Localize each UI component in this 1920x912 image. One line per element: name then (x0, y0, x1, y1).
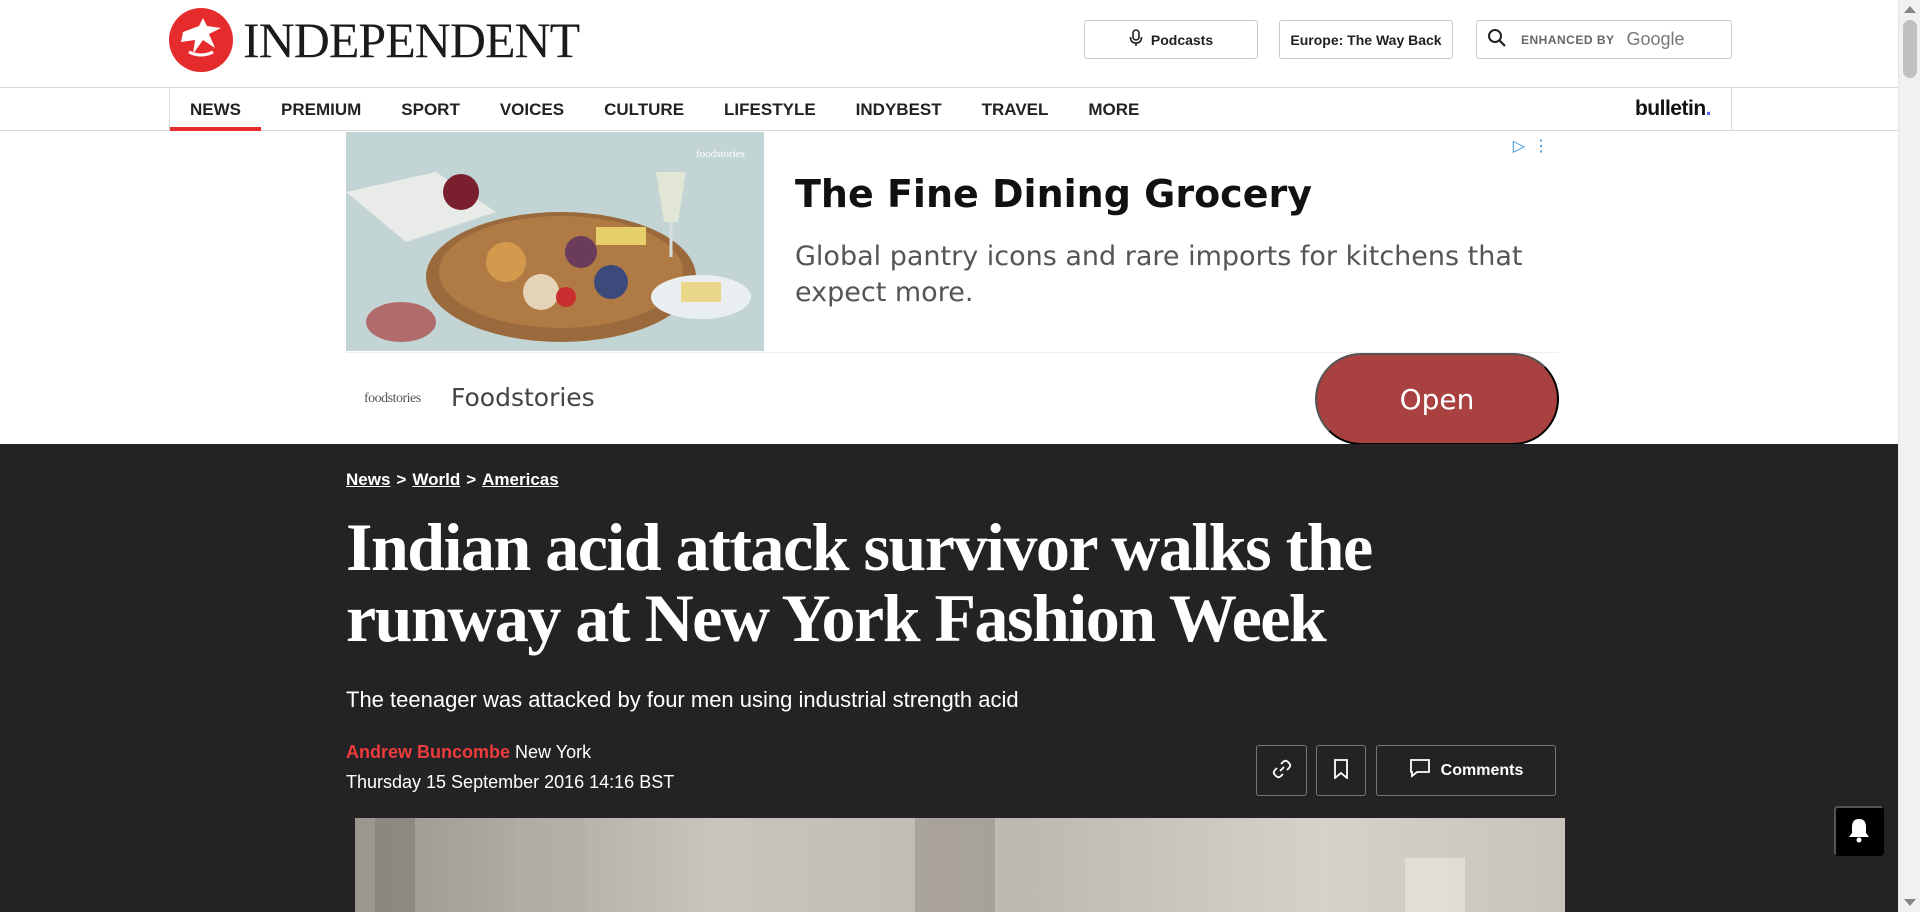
nav-item-sport[interactable]: SPORT (381, 88, 480, 131)
ad-brand-name[interactable]: Foodstories (451, 383, 595, 412)
nav-container: NEWS PREMIUM SPORT VOICES CULTURE LIFEST… (169, 88, 1732, 131)
bulletin-label: bulletin (1634, 97, 1706, 120)
breadcrumb-world[interactable]: World (412, 470, 460, 490)
site-logo[interactable]: INDEPENDENT (169, 8, 580, 72)
search-icon (1487, 28, 1507, 51)
nav-items: NEWS PREMIUM SPORT VOICES CULTURE LIFEST… (170, 88, 1159, 131)
scroll-down-arrow-icon[interactable] (1904, 899, 1916, 906)
ad-brand-logo: foodstories (364, 391, 421, 406)
bulletin-dot: . (1705, 97, 1712, 120)
eagle-logo-icon (169, 8, 233, 72)
nav-item-news[interactable]: NEWS (170, 88, 261, 131)
copy-link-button[interactable] (1256, 745, 1307, 796)
comment-icon (1409, 758, 1431, 783)
logo-wordmark: INDEPENDENT (243, 12, 580, 68)
ad-title[interactable]: The Fine Dining Grocery (795, 172, 1312, 216)
podcasts-button[interactable]: Podcasts (1084, 20, 1258, 59)
site-header: INDEPENDENT Podcasts Europe: The Way Bac… (0, 0, 1898, 88)
breadcrumb: News > World > Americas (346, 470, 559, 490)
breadcrumb-news[interactable]: News (346, 470, 390, 490)
nav-item-indybest[interactable]: INDYBEST (836, 88, 962, 131)
nav-item-culture[interactable]: CULTURE (584, 88, 704, 131)
podcasts-label: Podcasts (1150, 31, 1214, 48)
search-input[interactable]: ENHANCED BY Google (1476, 20, 1732, 59)
svg-text:foodstories: foodstories (696, 148, 745, 160)
breadcrumb-americas[interactable]: Americas (482, 470, 559, 490)
article-standfirst: The teenager was attacked by four men us… (346, 687, 1019, 712)
page: INDEPENDENT Podcasts Europe: The Way Bac… (0, 0, 1920, 912)
author-line: Andrew Buncombe New York (346, 742, 591, 763)
enhanced-by-label: ENHANCED BY (1521, 32, 1615, 47)
nav-item-premium[interactable]: PREMIUM (261, 88, 381, 131)
author-location: New York (515, 742, 592, 762)
article-lead-video[interactable] (355, 818, 1565, 912)
breadcrumb-separator: > (396, 470, 407, 489)
bookmark-button[interactable] (1316, 745, 1366, 796)
author-name[interactable]: Andrew Buncombe (346, 742, 510, 762)
nav-item-voices[interactable]: VOICES (480, 88, 584, 131)
adchoices-icon[interactable]: ▷ (1513, 136, 1525, 156)
notifications-button[interactable] (1834, 806, 1884, 856)
scroll-up-arrow-icon[interactable] (1904, 6, 1916, 13)
ad-open-button[interactable]: Open (1315, 353, 1559, 445)
google-label: Google (1626, 29, 1685, 49)
microphone-icon (1129, 29, 1143, 50)
bell-icon (1847, 817, 1871, 846)
article-headline: Indian acid attack survivor walks the ru… (346, 509, 1373, 656)
link-icon (1272, 759, 1292, 782)
page-scrollbar[interactable] (1898, 0, 1920, 912)
comments-button[interactable]: Comments (1376, 745, 1556, 796)
ad-image[interactable]: foodstories (346, 132, 764, 351)
breadcrumb-separator: > (466, 470, 477, 489)
ad-description[interactable]: Global pantry icons and rare imports for… (795, 239, 1535, 311)
europe-label: Europe: The Way Back (1290, 31, 1442, 48)
bookmark-icon (1333, 759, 1349, 782)
scrollbar-thumb[interactable] (1903, 20, 1917, 78)
main-nav: NEWS PREMIUM SPORT VOICES CULTURE LIFEST… (0, 88, 1898, 131)
more-options-icon[interactable]: ⋮ (1533, 136, 1549, 156)
article-dateline: Thursday 15 September 2016 14:16 BST (346, 772, 675, 792)
nav-item-travel[interactable]: TRAVEL (962, 88, 1069, 131)
nav-item-more[interactable]: MORE (1068, 88, 1159, 131)
article-header: News > World > Americas Indian acid atta… (0, 444, 1898, 912)
ad-choices[interactable]: ▷ ⋮ (1513, 136, 1549, 156)
comments-label: Comments (1440, 761, 1524, 779)
europe-the-way-back-button[interactable]: Europe: The Way Back (1279, 20, 1453, 59)
advertisement[interactable]: foodstories ▷ ⋮ The Fine Dining Grocery … (346, 132, 1559, 445)
bulletin-link[interactable]: bulletin. (1634, 97, 1712, 121)
ad-footer: foodstories Foodstories Open (346, 352, 1559, 445)
nav-item-lifestyle[interactable]: LIFESTYLE (704, 88, 836, 131)
